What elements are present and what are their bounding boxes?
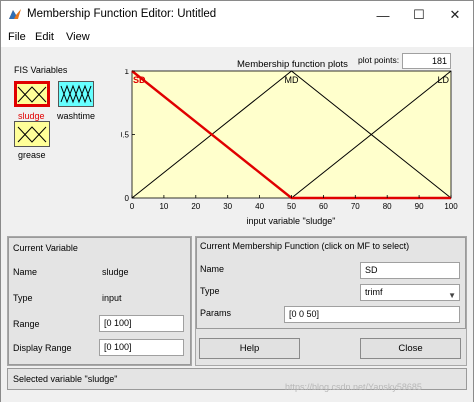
mf-type-label: Type: [200, 286, 220, 296]
plot-area: [131, 70, 452, 199]
maximize-icon: ☐: [413, 7, 425, 22]
maximize-button[interactable]: ☐: [401, 1, 437, 29]
x-tick-label: 30: [223, 202, 232, 211]
fis-variable-grease-label: grease: [18, 150, 46, 160]
mf-name-input[interactable]: SD: [360, 262, 460, 279]
x-tick-label: 100: [444, 202, 458, 211]
mf-label-md: MD: [285, 75, 299, 85]
matlab-icon: [8, 7, 22, 21]
window-title: Membership Function Editor: Untitled: [27, 8, 217, 20]
x-tick-label: 70: [351, 202, 360, 211]
y-tick-label: 1: [125, 69, 130, 76]
chevron-down-icon: ▼: [448, 291, 456, 300]
fis-variable-grease[interactable]: [14, 121, 50, 147]
x-axis-label: input variable "sludge": [247, 216, 336, 226]
variable-type-value: input: [102, 293, 122, 303]
close-window-button[interactable]: ✕: [437, 1, 473, 29]
x-tick-label: 90: [415, 202, 424, 211]
menu-view[interactable]: View: [66, 31, 90, 43]
x-tick-label: 60: [319, 202, 328, 211]
plot-points-input[interactable]: 181: [402, 53, 451, 69]
minimize-button[interactable]: —: [365, 1, 401, 29]
menu-edit[interactable]: Edit: [35, 31, 54, 43]
fis-variable-sludge-label: sludge: [18, 111, 45, 121]
display-range-label: Display Range: [13, 343, 72, 353]
mf-type-value: trimf: [365, 287, 383, 297]
minimize-icon: —: [376, 7, 390, 23]
mf-params-input[interactable]: [0 0 50]: [284, 306, 460, 323]
close-icon: ✕: [449, 7, 461, 22]
display-range-input[interactable]: [0 100]: [99, 339, 184, 356]
mf-label-sd: SD: [133, 75, 146, 85]
fis-variables-title: FIS Variables: [14, 65, 68, 75]
membership-function-editor-window: Membership Function Editor: Untitled — ☐…: [0, 0, 474, 402]
name-label: Name: [13, 267, 38, 277]
fis-variable-washtime-label: washtime: [57, 111, 96, 121]
mf-label-ld: LD: [437, 75, 449, 85]
membership-function-plot[interactable]: MD LD SD 0 10 20 30 40 50 60 70 80 90 100 0 0.5 1 inpu…: [121, 69, 461, 229]
watermark: https://blog.csdn.net/Yansky58685: [285, 382, 422, 392]
plot-points-label: plot points:: [358, 55, 400, 65]
variable-name-value: sludge: [102, 267, 129, 277]
y-tick-label: 0: [125, 194, 130, 203]
x-tick-label: 10: [159, 202, 168, 211]
range-label: Range: [13, 319, 40, 329]
close-button[interactable]: Close: [360, 338, 461, 359]
type-label: Type: [13, 293, 33, 303]
range-input[interactable]: [0 100]: [99, 315, 184, 332]
x-tick-label: 80: [383, 202, 392, 211]
status-text: Selected variable "sludge": [13, 374, 118, 384]
x-tick-label: 20: [191, 202, 200, 211]
menu-file[interactable]: File: [8, 31, 26, 43]
current-variable-title: Current Variable: [13, 243, 78, 253]
mf-params-label: Params: [200, 308, 232, 318]
current-mf-title: Current Membership Function (click on MF…: [200, 241, 410, 251]
help-button[interactable]: Help: [199, 338, 300, 359]
menu-bar: File Edit View: [1, 29, 473, 47]
mf-type-select[interactable]: trimf ▼: [360, 284, 460, 301]
x-tick-label: 50: [287, 202, 296, 211]
fis-variable-washtime[interactable]: [58, 81, 94, 107]
mf-name-label: Name: [200, 264, 225, 274]
title-bar: Membership Function Editor: Untitled — ☐…: [1, 1, 473, 29]
fis-variable-sludge[interactable]: [14, 81, 50, 107]
y-tick-label: 0.5: [121, 131, 130, 140]
x-tick-label: 40: [255, 202, 264, 211]
x-tick-label: 0: [130, 202, 135, 211]
